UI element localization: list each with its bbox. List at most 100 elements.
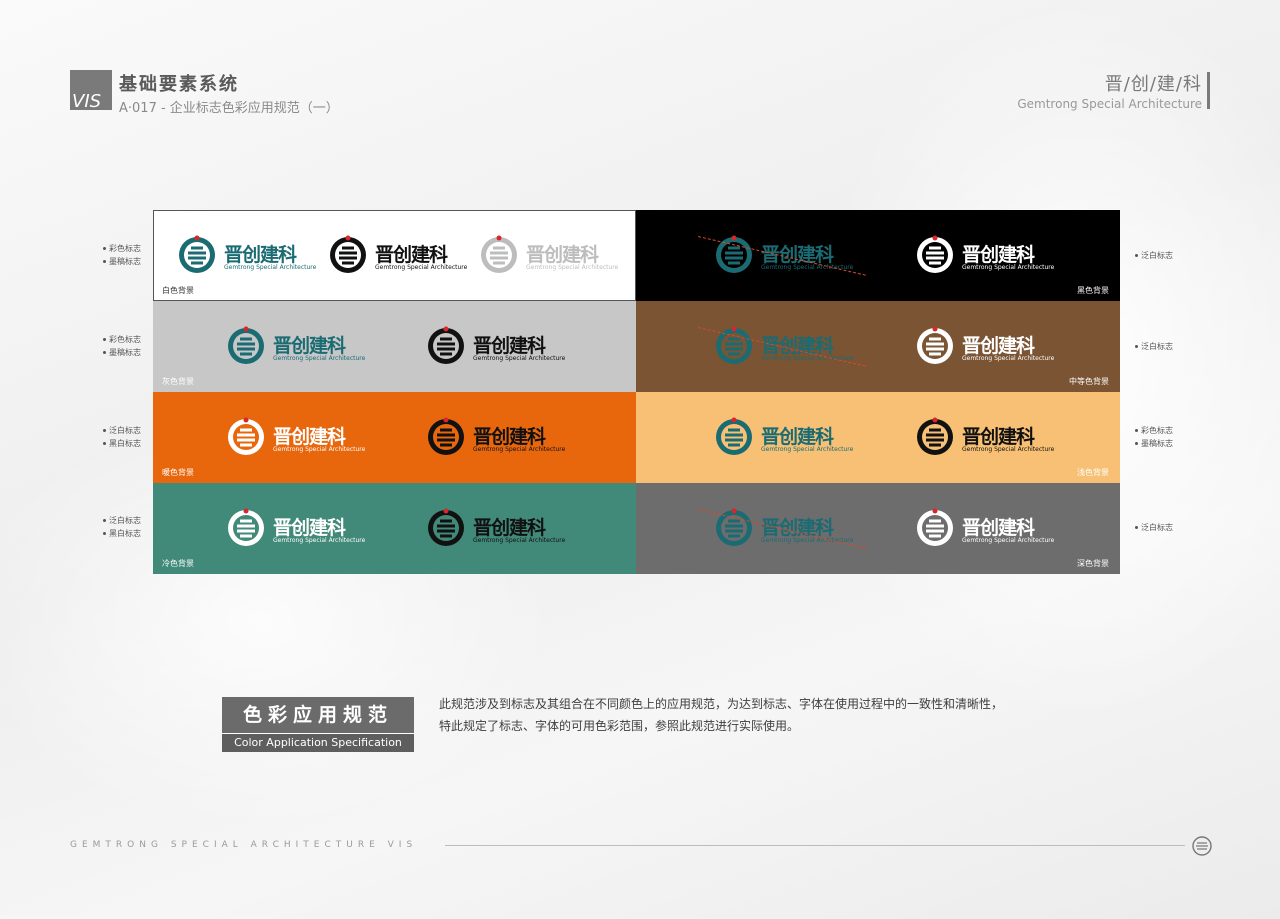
brand-logo: 晋创建科 Gemtrong Special Architecture: [426, 416, 565, 460]
emblem-icon: [179, 235, 215, 273]
brand-logo: 晋创建科 Gemtrong Special Architecture: [426, 507, 565, 551]
brand-logo: 晋创建科 Gemtrong Special Architecture: [426, 325, 565, 369]
background-panel: 晋创建科 Gemtrong Special Architecture 晋创建科 Gem…: [636, 392, 1120, 483]
annotation-item: 彩色标志: [103, 333, 141, 346]
page-section-title: 基础要素系统: [119, 74, 239, 95]
logo-english-name: Gemtrong Special Architecture: [962, 537, 1055, 544]
logo-english-name: Gemtrong Special Architecture: [962, 446, 1055, 453]
brand-logo: 晋创建科 Gemtrong Special Architecture: [328, 234, 467, 278]
annotation-text: 泛白标志: [1141, 522, 1173, 532]
brand-logo: 晋创建科 Gemtrong Special Architecture: [226, 507, 365, 551]
bullet-dot-icon: [103, 519, 106, 522]
spec-description: 此规范涉及到标志及其组合在不同颜色上的应用规范，为达到标志、字体在使用过程中的一…: [439, 693, 1003, 737]
logo-english-name: Gemtrong Special Architecture: [473, 537, 566, 544]
background-panel: 晋创建科 Gemtrong Special Architecture 晋创建科 Gem…: [153, 301, 636, 392]
brand-logo: 晋创建科 Gemtrong Special Architecture: [226, 325, 365, 369]
annotation-left-3: 泛白标志 黑白标志: [103, 424, 141, 450]
bullet-dot-icon: [1135, 525, 1138, 529]
background-label: 中等色背景: [1069, 377, 1109, 386]
logo-english-name: Gemtrong Special Architecture: [761, 446, 854, 453]
emblem-icon: [228, 417, 264, 455]
annotation-right-2: 泛白标志: [1135, 340, 1173, 353]
logo-english-name: Gemtrong Special Architecture: [473, 355, 566, 362]
logo-wordmark: 晋创建科: [526, 244, 599, 266]
bullet-dot-icon: [1135, 344, 1138, 348]
annotation-text: 彩色标志: [109, 335, 141, 344]
bullet-dot-icon: [103, 429, 106, 432]
brand-logo: 晋创建科 Gemtrong Special Architecture: [697, 507, 866, 551]
annotation-right-4: 泛白标志: [1135, 521, 1173, 534]
spec-title: 色彩应用规范: [222, 697, 414, 733]
bullet-dot-icon: [103, 532, 106, 535]
emblem-icon: [428, 326, 464, 364]
brand-divider-bar: [1207, 72, 1210, 109]
emblem-icon: [330, 235, 366, 273]
bullet-dot-icon: [103, 442, 106, 445]
annotation-item: 墨稿标志: [103, 346, 141, 359]
logo-english-name: Gemtrong Special Architecture: [224, 264, 317, 271]
emblem-icon: [428, 417, 464, 455]
background-panel: 晋创建科 Gemtrong Special Architecture 晋创建科 Gem…: [153, 210, 636, 301]
page-subtitle: A·017 - 企业标志色彩应用规范（一）: [119, 101, 339, 116]
brand-logo: 晋创建科 Gemtrong Special Architecture: [915, 234, 1054, 278]
emblem-icon: [716, 417, 752, 455]
logo-wordmark: 晋创建科: [962, 426, 1035, 448]
bullet-dot-icon: [103, 247, 106, 250]
background-label: 黑色背景: [1077, 286, 1109, 295]
emblem-icon: [917, 326, 953, 364]
background-panel: 晋创建科 Gemtrong Special Architecture 晋创建科 Gem…: [636, 301, 1120, 392]
logo-english-name: Gemtrong Special Architecture: [526, 264, 619, 271]
logo-wordmark: 晋创建科: [473, 517, 546, 539]
emblem-icon: [917, 508, 953, 546]
brand-logo: 晋创建科 Gemtrong Special Architecture: [915, 507, 1054, 551]
annotation-item: 泛白标志: [103, 514, 141, 527]
bullet-dot-icon: [1135, 253, 1138, 257]
background-label: 冷色背景: [162, 559, 194, 568]
annotation-item: 黑白标志: [103, 527, 141, 540]
bullet-dot-icon: [103, 351, 106, 354]
vis-logo-icon: VIS: [70, 70, 112, 110]
bullet-dot-icon: [103, 260, 106, 263]
spec-description-line-2: 特此规定了标志、字体的可用色彩范围，参照此规范进行实际使用。: [439, 719, 800, 733]
annotation-item: 彩色标志: [1135, 424, 1173, 437]
spec-subtitle: Color Application Specification: [222, 733, 414, 752]
background-panel: 晋创建科 Gemtrong Special Architecture 晋创建科 Gem…: [636, 210, 1120, 301]
color-application-grid: 晋创建科 Gemtrong Special Architecture 晋创建科 Gem…: [153, 210, 1120, 574]
logo-english-name: Gemtrong Special Architecture: [375, 264, 468, 271]
footer-text: GEMTRONG SPECIAL ARCHITECTURE VIS: [70, 840, 418, 850]
logo-english-name: Gemtrong Special Architecture: [962, 355, 1055, 362]
annotation-text: 彩色标志: [109, 244, 141, 253]
brand-logo: 晋创建科 Gemtrong Special Architecture: [226, 416, 365, 460]
annotation-text: 泛白标志: [1141, 250, 1173, 260]
annotation-text: 黑白标志: [109, 439, 141, 448]
annotation-text: 墨稿标志: [109, 257, 141, 266]
bullet-dot-icon: [1135, 442, 1138, 445]
bullet-dot-icon: [1135, 429, 1138, 432]
annotation-left-1: 彩色标志 墨稿标志: [103, 242, 141, 268]
footer-rule: [445, 845, 1185, 846]
annotation-item: 墨稿标志: [1135, 437, 1173, 450]
brand-logo: 晋创建科 Gemtrong Special Architecture: [177, 234, 316, 278]
logo-wordmark: 晋创建科: [273, 517, 346, 539]
logo-english-name: Gemtrong Special Architecture: [962, 264, 1055, 271]
annotation-text: 泛白标志: [109, 426, 141, 435]
annotation-item: 泛白标志: [1135, 521, 1173, 534]
brand-name-cn: 晋/创/建/科: [1104, 74, 1202, 95]
emblem-icon: [228, 326, 264, 364]
logo-english-name: Gemtrong Special Architecture: [273, 446, 366, 453]
logo-english-name: Gemtrong Special Architecture: [273, 537, 366, 544]
logo-wordmark: 晋创建科: [962, 335, 1035, 357]
brand-logo: 晋创建科 Gemtrong Special Architecture: [915, 416, 1054, 460]
logo-english-name: Gemtrong Special Architecture: [473, 446, 566, 453]
brand-logo: 晋创建科 Gemtrong Special Architecture: [697, 325, 866, 369]
logo-english-name: Gemtrong Special Architecture: [273, 355, 366, 362]
background-label: 白色背景: [162, 286, 194, 295]
brand-logo: 晋创建科 Gemtrong Special Architecture: [714, 416, 853, 460]
background-label: 浅色背景: [1077, 468, 1109, 477]
annotation-item: 泛白标志: [1135, 340, 1173, 353]
annotation-text: 彩色标志: [1141, 426, 1173, 435]
svg-text:VIS: VIS: [72, 91, 101, 110]
emblem-icon: [228, 508, 264, 546]
logo-wordmark: 晋创建科: [962, 244, 1035, 266]
annotation-text: 墨稿标志: [109, 348, 141, 357]
